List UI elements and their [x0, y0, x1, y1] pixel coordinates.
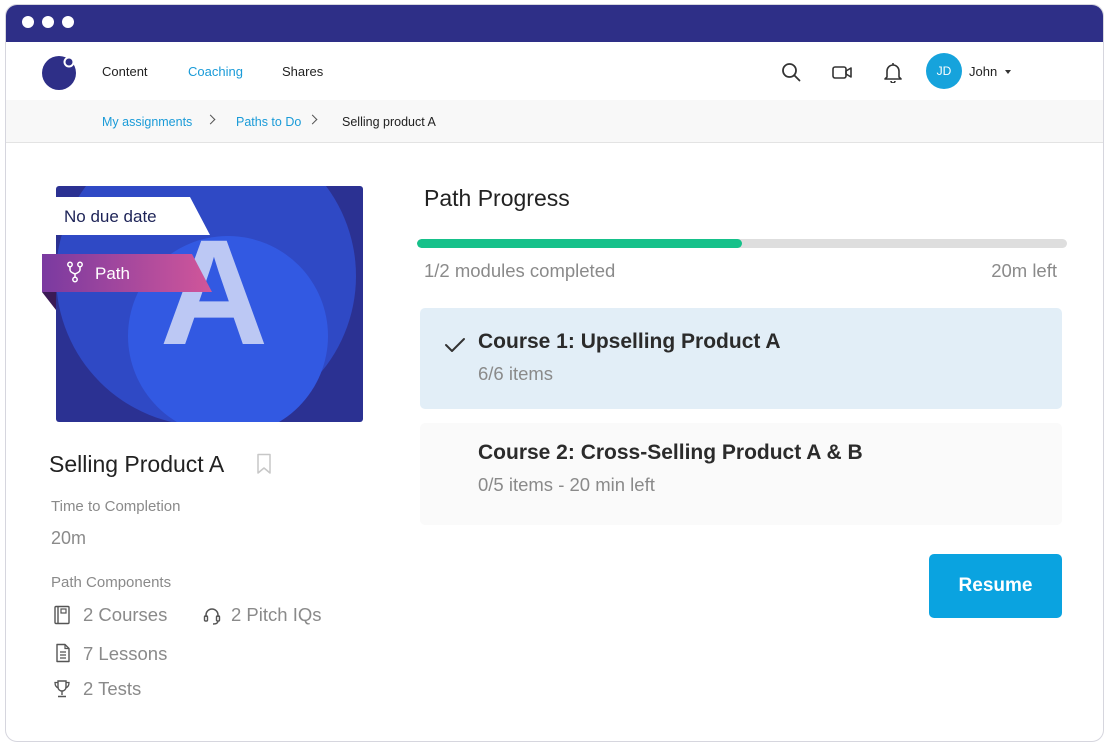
path-type-label: Path [95, 264, 130, 283]
app-window: Content Coaching Shares JD John My assig… [5, 4, 1104, 742]
nav-link-content[interactable]: Content [102, 64, 148, 79]
chevron-right-icon [205, 114, 216, 125]
pitch-iq-count: 2 Pitch IQs [231, 604, 322, 625]
top-navigation: Content Coaching Shares JD John [6, 42, 1103, 100]
path-title: Selling Product A [49, 451, 225, 477]
search-icon[interactable] [780, 61, 802, 83]
bookmark-icon[interactable] [256, 453, 272, 475]
book-icon [54, 605, 70, 625]
app-logo-icon[interactable] [42, 56, 76, 90]
avatar[interactable]: JD [926, 53, 962, 89]
window-titlebar [6, 5, 1103, 42]
path-components-label: Path Components [51, 574, 172, 591]
time-to-completion-value: 20m [51, 528, 87, 548]
trophy-icon [54, 680, 70, 698]
path-progress-bar [417, 239, 1067, 248]
course-title[interactable]: Course 1: Upselling Product A [478, 330, 781, 354]
document-icon [56, 643, 70, 663]
window-dot [62, 16, 74, 28]
check-icon [445, 338, 465, 352]
video-icon[interactable] [831, 61, 853, 83]
nav-link-shares[interactable]: Shares [282, 64, 323, 79]
user-name[interactable]: John [969, 64, 997, 79]
tests-count: 2 Tests [83, 678, 142, 699]
chevron-down-icon[interactable] [1005, 70, 1011, 74]
breadcrumb-current: Selling product A [342, 115, 436, 129]
time-left-text: 20m left [991, 260, 1057, 281]
path-progress-title: Path Progress [424, 185, 570, 211]
breadcrumb-paths-to-do[interactable]: Paths to Do [236, 115, 301, 129]
path-branch-icon [67, 261, 83, 283]
chevron-right-icon [307, 114, 318, 125]
path-progress-fill [417, 239, 742, 248]
time-to-completion-label: Time to Completion [51, 498, 181, 515]
due-date-label: No due date [64, 207, 157, 226]
courses-count: 2 Courses [83, 604, 168, 625]
window-dot [22, 16, 34, 28]
lessons-count: 7 Lessons [83, 643, 168, 664]
modules-completed-text: 1/2 modules completed [424, 260, 616, 281]
breadcrumb: My assignments Paths to Do Selling produ… [6, 100, 1103, 143]
breadcrumb-my-assignments[interactable]: My assignments [102, 115, 192, 129]
headset-icon [203, 608, 221, 625]
course-title[interactable]: Course 2: Cross-Selling Product A & B [478, 441, 863, 465]
window-dot [42, 16, 54, 28]
course-subtitle: 6/6 items [478, 363, 554, 384]
course-subtitle: 0/5 items - 20 min left [478, 474, 655, 495]
course-card-2[interactable]: Course 2: Cross-Selling Product A & B 0/… [420, 423, 1062, 525]
bell-icon[interactable] [882, 61, 904, 83]
resume-button[interactable]: Resume [929, 554, 1062, 618]
nav-link-coaching[interactable]: Coaching [188, 64, 243, 79]
course-card-1[interactable]: Course 1: Upselling Product A 6/6 items [420, 308, 1062, 409]
